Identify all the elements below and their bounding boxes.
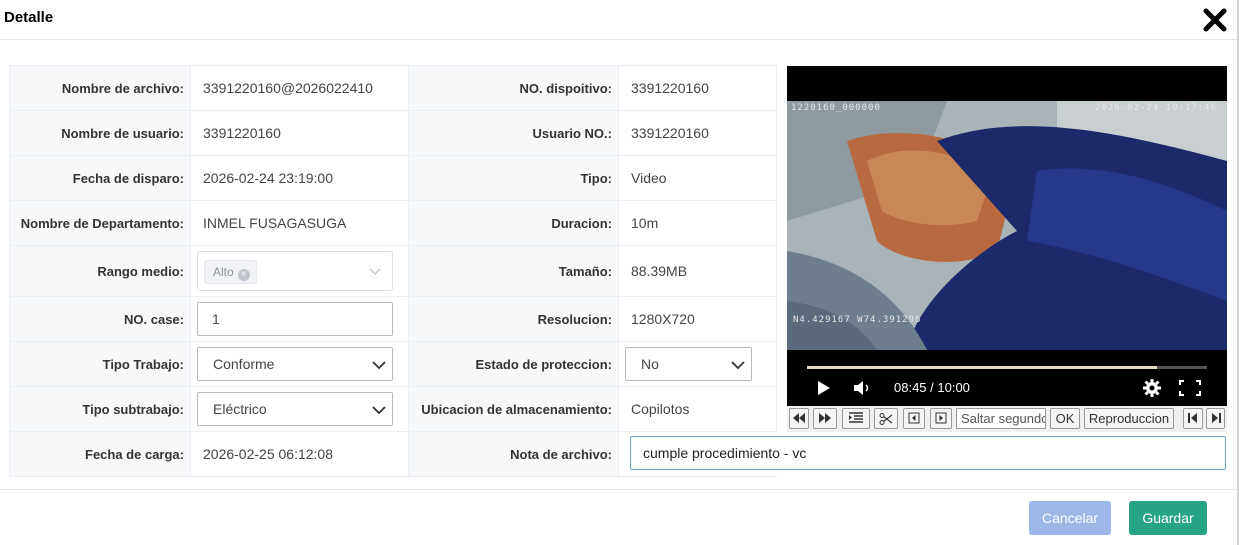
work-type-select[interactable]: Conforme	[197, 347, 393, 381]
upload-date-value: 2026-02-25 06:12:08	[203, 446, 333, 462]
media-range-select[interactable]: Alto ×	[197, 251, 393, 291]
list-icon	[849, 412, 863, 423]
player-toolbar: Saltar segundo OK Reproduccion	[787, 406, 1227, 432]
size-value: 88.39MB	[631, 263, 688, 279]
video-timecode: 08:45 / 10:00	[894, 380, 970, 395]
resolution-label: Resolucion:	[408, 296, 619, 342]
protection-status-value: No	[641, 356, 659, 372]
settings-gear-icon[interactable]	[1142, 378, 1162, 398]
storage-location-value: Copilotos	[631, 401, 690, 417]
playback-button[interactable]: Reproduccion	[1084, 408, 1174, 429]
seek-ok-button[interactable]: OK	[1050, 408, 1080, 429]
device-no-value: 3391220160	[631, 80, 709, 96]
file-name-value: 3391220160@2026022410	[203, 80, 373, 96]
user-no-value: 3391220160	[631, 125, 709, 141]
play-icon[interactable]	[817, 380, 831, 396]
media-range-label: Rango medio:	[9, 245, 191, 297]
protection-status-label: Estado de proteccion:	[408, 341, 619, 387]
trigger-date-value: 2026-02-24 23:19:00	[203, 170, 333, 186]
skip-end-icon	[1211, 413, 1221, 423]
upload-date-label: Fecha de carga:	[9, 431, 191, 477]
detail-row: Nombre de archivo: 3391220160@2026022410…	[9, 65, 777, 111]
next-frame-icon	[935, 412, 947, 424]
dialog-footer: Cancelar Guardar	[0, 489, 1239, 545]
case-no-label: NO. case:	[9, 296, 191, 342]
department-value: INMEL FUSAGASUGA	[203, 215, 347, 231]
prev-frame-button[interactable]	[903, 408, 925, 429]
work-subtype-label: Tipo subtrabajo:	[9, 386, 191, 432]
video-controls: 08:45 / 10:00	[787, 350, 1227, 406]
media-range-tag-label: Alto	[213, 265, 234, 279]
last-frame-button[interactable]	[1206, 408, 1225, 429]
detail-row: Tipo subtrabajo: Eléctrico Ubicacion de …	[9, 386, 777, 432]
dialog-title: Detalle	[4, 9, 54, 26]
user-no-label: Usuario NO.:	[408, 110, 619, 156]
chevron-down-icon	[369, 268, 381, 275]
video-progress-bar[interactable]	[807, 366, 1207, 369]
dialog-body: Nombre de archivo: 3391220160@2026022410…	[0, 40, 1239, 490]
detail-row: NO. case: 1 Resolucion: 1280X720	[9, 296, 777, 342]
trigger-date-label: Fecha de disparo:	[9, 155, 191, 201]
case-no-input[interactable]: 1	[197, 302, 393, 336]
save-button[interactable]: Guardar	[1129, 501, 1207, 535]
seek-seconds-input[interactable]: Saltar segundo	[956, 408, 1046, 429]
duration-label: Duracion:	[408, 200, 619, 246]
detail-row: Rango medio: Alto × Tamaño: 88.39MB	[9, 245, 777, 297]
osd-datetime: 2026-02-24 10:17:46	[1095, 103, 1217, 113]
type-label: Tipo:	[408, 155, 619, 201]
size-label: Tamaño:	[408, 245, 619, 297]
detail-row: Nombre de usuario: 3391220160 Usuario NO…	[9, 110, 777, 156]
device-no-label: NO. dispoitivo:	[408, 65, 619, 111]
user-name-label: Nombre de usuario:	[9, 110, 191, 156]
cancel-button[interactable]: Cancelar	[1029, 501, 1111, 535]
close-icon[interactable]	[1201, 6, 1229, 34]
user-name-value: 3391220160	[203, 125, 281, 141]
chevron-down-icon	[372, 361, 386, 370]
protection-status-select[interactable]: No	[625, 347, 752, 381]
first-frame-button[interactable]	[1183, 408, 1203, 429]
detail-row: Fecha de disparo: 2026-02-24 23:19:00 Ti…	[9, 155, 777, 201]
scissors-icon	[879, 413, 893, 425]
chevron-down-icon	[731, 361, 745, 370]
next-frame-button[interactable]	[930, 408, 952, 429]
media-range-tag: Alto ×	[204, 260, 257, 284]
file-name-label: Nombre de archivo:	[9, 65, 191, 111]
detail-grid: Nombre de archivo: 3391220160@2026022410…	[9, 65, 777, 477]
department-label: Nombre de Departamento:	[9, 200, 191, 246]
playlist-button[interactable]	[842, 408, 870, 429]
tag-remove-icon[interactable]: ×	[237, 269, 250, 281]
fast-forward-button[interactable]	[813, 408, 837, 429]
osd-id: 1220160_000000	[791, 103, 881, 113]
detail-dialog: Detalle Nombre de archivo: 3391220160@20…	[0, 0, 1239, 545]
prev-frame-icon	[908, 412, 920, 424]
rewind-button[interactable]	[789, 408, 809, 429]
skip-start-icon	[1188, 413, 1197, 423]
resolution-value: 1280X720	[631, 311, 695, 327]
clip-button[interactable]	[874, 408, 898, 429]
detail-row: Tipo Trabajo: Conforme Estado de protecc…	[9, 341, 777, 387]
duration-value: 10m	[631, 215, 659, 231]
work-subtype-value: Eléctrico	[213, 401, 267, 417]
fast-forward-icon	[819, 413, 831, 423]
work-type-label: Tipo Trabajo:	[9, 341, 191, 387]
work-type-value: Conforme	[213, 356, 275, 372]
osd-coords: N4.429167 W74.391296	[793, 315, 922, 325]
volume-icon[interactable]	[853, 380, 873, 396]
file-note-input[interactable]: cumple procedimiento - vc	[630, 436, 1226, 470]
video-still-image	[787, 101, 1227, 350]
video-frame[interactable]: 1220160_000000 2026-02-24 10:17:46 N4.42…	[787, 101, 1227, 350]
dialog-header: Detalle	[0, 0, 1239, 40]
video-progress-fill	[807, 366, 1157, 369]
work-subtype-select[interactable]: Eléctrico	[197, 392, 393, 426]
fullscreen-icon[interactable]	[1179, 380, 1201, 396]
storage-location-label: Ubicacion de almacenamiento:	[408, 386, 619, 432]
chevron-down-icon	[372, 406, 386, 415]
video-player[interactable]: 1220160_000000 2026-02-24 10:17:46 N4.42…	[787, 66, 1227, 406]
file-note-label: Nota de archivo:	[408, 431, 619, 477]
type-value: Video	[631, 170, 667, 186]
rewind-icon	[793, 413, 805, 423]
detail-row: Nombre de Departamento: INMEL FUSAGASUGA…	[9, 200, 777, 246]
